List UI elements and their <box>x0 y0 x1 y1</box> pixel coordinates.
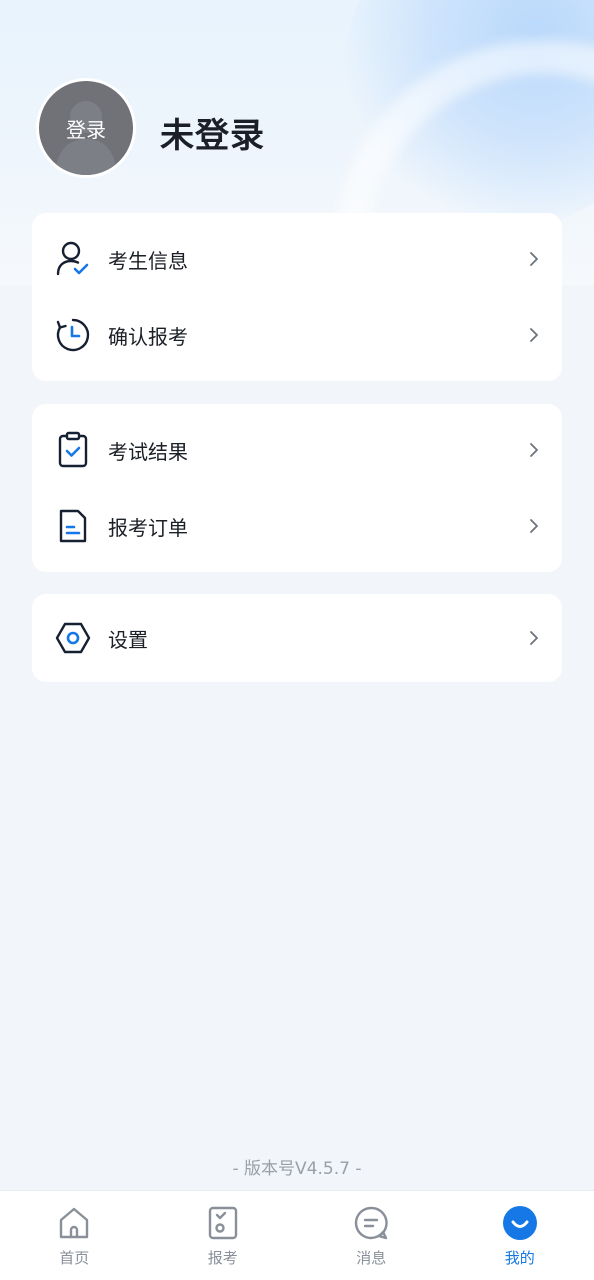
menu-card-exam: 考试结果 报考订单 <box>32 404 562 572</box>
menu-item-settings[interactable]: 设置 <box>32 600 562 676</box>
menu-item-registration-orders[interactable]: 报考订单 <box>32 488 562 564</box>
menu-item-confirm-registration[interactable]: 确认报考 <box>32 297 562 373</box>
menu-item-candidate-info[interactable]: 考生信息 <box>32 221 562 297</box>
bottom-tab-bar: 首页 报考 消息 我的 <box>0 1190 594 1280</box>
message-icon <box>355 1206 388 1240</box>
chevron-right-icon <box>530 252 538 266</box>
tab-label: 报考 <box>207 1249 238 1267</box>
menu-item-exam-results[interactable]: 考试结果 <box>32 412 562 488</box>
tab-label: 首页 <box>59 1249 90 1267</box>
clipboard-check-icon <box>54 431 92 469</box>
tab-home[interactable]: 首页 <box>0 1191 149 1280</box>
chevron-right-icon <box>530 631 538 645</box>
menu-item-label: 设置 <box>108 627 148 652</box>
menu-card-profile: 考生信息 确认报考 <box>32 213 562 381</box>
user-check-icon <box>54 240 92 278</box>
avatar-login-label: 登录 <box>66 117 106 142</box>
document-icon <box>54 507 92 545</box>
chevron-right-icon <box>530 443 538 457</box>
clock-refresh-icon <box>54 316 92 354</box>
exam-form-icon <box>208 1206 237 1240</box>
menu-item-label: 考试结果 <box>108 439 188 464</box>
profile-face-icon <box>502 1206 537 1240</box>
menu-item-label: 确认报考 <box>108 324 188 349</box>
profile-page: 登录 未登录 考生信息 确认报考 考试结果 报考订单 设置 - 版本号V4.5.… <box>0 0 594 1280</box>
tab-messages[interactable]: 消息 <box>297 1191 446 1280</box>
menu-item-label: 报考订单 <box>108 515 188 540</box>
menu-item-label: 考生信息 <box>108 248 188 273</box>
tab-label: 消息 <box>356 1249 387 1267</box>
avatar[interactable]: 登录 <box>36 78 136 178</box>
tab-registration[interactable]: 报考 <box>149 1191 298 1280</box>
version-text: - 版本号V4.5.7 - <box>232 1159 362 1179</box>
settings-hexagon-icon <box>54 619 92 657</box>
chevron-right-icon <box>530 519 538 533</box>
chevron-right-icon <box>530 328 538 342</box>
tab-mine[interactable]: 我的 <box>446 1191 594 1280</box>
user-name[interactable]: 未登录 <box>160 108 265 157</box>
menu-card-settings: 设置 <box>32 594 562 682</box>
tab-label: 我的 <box>504 1249 535 1267</box>
home-icon <box>60 1207 89 1239</box>
